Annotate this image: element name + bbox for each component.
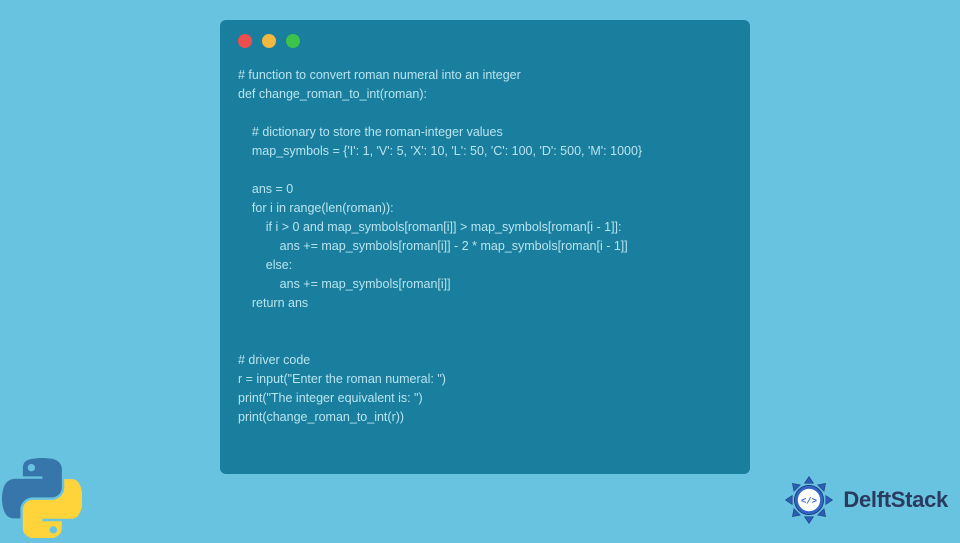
code-window: # function to convert roman numeral into… (220, 20, 750, 474)
python-logo-icon (2, 458, 82, 538)
delftstack-brand-text: DelftStack (843, 487, 948, 513)
close-icon (238, 34, 252, 48)
maximize-icon (286, 34, 300, 48)
delftstack-badge-icon: </> (781, 472, 837, 528)
minimize-icon (262, 34, 276, 48)
svg-text:</>: </> (801, 496, 817, 506)
window-controls (238, 34, 732, 48)
delftstack-logo: </> DelftStack (781, 472, 948, 528)
code-content: # function to convert roman numeral into… (238, 66, 732, 427)
